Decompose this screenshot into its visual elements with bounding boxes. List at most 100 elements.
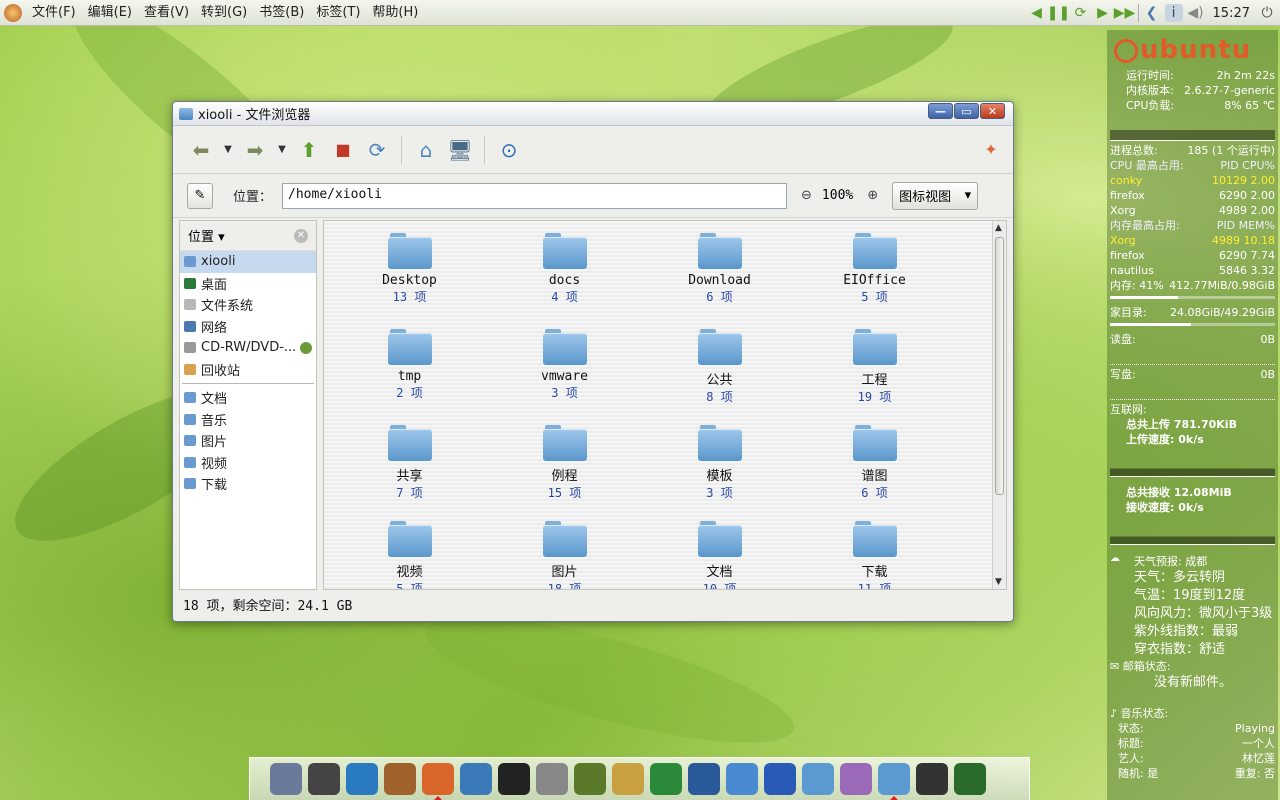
sidebar-item-trash[interactable]: 回收站 xyxy=(180,359,316,381)
write-label: 写盘: xyxy=(1110,368,1136,381)
sidebar-bookmark-music[interactable]: 音乐 xyxy=(180,409,316,431)
volume-icon[interactable]: ◀) xyxy=(1187,4,1205,22)
folder-item[interactable]: docs 4 项 xyxy=(487,225,642,321)
window-titlebar[interactable]: xiooli - 文件浏览器 — ▭ ✕ xyxy=(173,102,1013,126)
uptime-row: 运行时间: 2h 2m 22s xyxy=(1110,68,1275,83)
forward-history-dropdown[interactable]: ▼ xyxy=(273,144,291,155)
firefox-icon[interactable] xyxy=(422,763,454,800)
folder-item[interactable]: 共享 7 项 xyxy=(332,417,487,513)
sidebar-item-filesystem[interactable]: 文件系统 xyxy=(180,294,316,316)
maximize-button[interactable]: ▭ xyxy=(954,103,979,119)
folder-item[interactable]: 谱图 6 项 xyxy=(797,417,952,513)
up-button[interactable]: ⬆ xyxy=(293,134,325,166)
package-icon[interactable] xyxy=(840,763,872,795)
folder-item[interactable]: 模板 3 项 xyxy=(642,417,797,513)
stop-button[interactable]: ■ xyxy=(327,134,359,166)
minimize-button[interactable]: — xyxy=(928,103,953,119)
app-menu-icon[interactable] xyxy=(0,0,26,26)
power-icon[interactable]: ⏻ xyxy=(1258,4,1276,22)
menu-bookmarks[interactable]: 书签(B) xyxy=(253,0,310,26)
folder-item[interactable]: Desktop 13 项 xyxy=(332,225,487,321)
sidebar-close-icon[interactable]: ✕ xyxy=(294,228,308,243)
headphones-icon[interactable] xyxy=(308,763,340,795)
tools-icon[interactable] xyxy=(270,763,302,795)
menu-file[interactable]: 文件(F) xyxy=(26,0,82,26)
font-icon[interactable] xyxy=(612,763,644,795)
previous-track-icon[interactable]: ◀ xyxy=(1028,4,1046,22)
zoom-out-icon[interactable]: ⊖ xyxy=(801,188,812,203)
chart-icon[interactable] xyxy=(688,763,720,795)
home-button[interactable]: ⌂ xyxy=(410,134,442,166)
eject-icon[interactable] xyxy=(300,341,313,354)
vertical-scrollbar[interactable]: ▲ ▼ xyxy=(992,221,1006,589)
qq-icon[interactable] xyxy=(346,763,378,795)
monitor-icon[interactable] xyxy=(802,763,834,795)
folder-item[interactable]: tmp 2 项 xyxy=(332,321,487,417)
sidebar-bookmark-documents[interactable]: 文档 xyxy=(180,387,316,409)
folder-item-count: 4 项 xyxy=(551,290,578,304)
zoom-in-icon[interactable]: ⊕ xyxy=(867,188,878,203)
folder-item[interactable]: EIOffice 5 项 xyxy=(797,225,952,321)
info-icon[interactable]: i xyxy=(1164,4,1183,22)
search-button[interactable]: ⊙ xyxy=(493,134,525,166)
menu-go[interactable]: 转到(G) xyxy=(195,0,253,26)
zoom-level[interactable]: 100% xyxy=(822,188,853,203)
back-history-dropdown[interactable]: ▼ xyxy=(219,144,237,155)
scroll-up-icon[interactable]: ▲ xyxy=(995,223,1002,233)
sidebar-item-cdrom[interactable]: CD-RW/DVD-... xyxy=(180,337,316,359)
clock[interactable]: 15:27 xyxy=(1209,6,1254,21)
rss-icon[interactable] xyxy=(650,763,682,795)
system-monitor-icon[interactable] xyxy=(954,763,986,795)
sidebar-item-label: 图片 xyxy=(201,435,228,451)
calculator-icon[interactable] xyxy=(536,763,568,795)
toggle-location-mode-button[interactable]: ✎ xyxy=(187,182,213,209)
sidebar-bookmark-downloads[interactable]: 下载 xyxy=(180,473,316,495)
sidebar-mode-select[interactable]: 位置 ▾ xyxy=(188,226,225,245)
refresh-icon[interactable]: ⟳ xyxy=(1072,4,1090,22)
process-value: 2.00 xyxy=(1250,189,1276,202)
folder-item[interactable]: 视频 5 项 xyxy=(332,513,487,589)
sidebar-item-network[interactable]: 网络 xyxy=(180,316,316,338)
menu-tabs[interactable]: 标签(T) xyxy=(310,0,366,26)
sidebar-item-desktop[interactable]: 桌面 xyxy=(180,273,316,295)
sidebar-bookmark-videos[interactable]: 视频 xyxy=(180,452,316,474)
menu-edit[interactable]: 编辑(E) xyxy=(82,0,138,26)
icon-view[interactable]: Desktop 13 项 docs 4 项 Download 6 项 EIOffice 5 项… xyxy=(323,220,1007,590)
scroll-down-icon[interactable]: ▼ xyxy=(995,577,1002,587)
location-input[interactable]: /home/xiooli xyxy=(282,182,788,209)
folder-item[interactable]: 例程 15 项 xyxy=(487,417,642,513)
menu-view[interactable]: 查看(V) xyxy=(138,0,195,26)
folder-icon[interactable] xyxy=(878,763,910,800)
computer-button[interactable]: 🖥 xyxy=(444,134,476,166)
next-track-icon[interactable]: ▶▶ xyxy=(1114,4,1136,22)
music-title-value: 一个人 xyxy=(1242,737,1275,750)
back-button[interactable]: ⬅ xyxy=(185,134,217,166)
folder-item[interactable]: 文档 10 项 xyxy=(642,513,797,589)
ubuntu-tweak-icon[interactable] xyxy=(384,763,416,795)
folder-item[interactable]: 下载 11 项 xyxy=(797,513,952,589)
chevron-left-icon[interactable]: ❮ xyxy=(1143,4,1161,22)
display-icon[interactable] xyxy=(726,763,758,795)
ubuntu-logo: ubuntu xyxy=(1110,32,1275,68)
folder-item[interactable]: 公共 8 项 xyxy=(642,321,797,417)
play-icon[interactable]: ▶ xyxy=(1094,4,1112,22)
scrollbar-thumb[interactable] xyxy=(995,237,1004,495)
sidebar-item-home[interactable]: xiooli xyxy=(180,251,316,273)
folder-item[interactable]: 图片 18 项 xyxy=(487,513,642,589)
globe-icon[interactable] xyxy=(764,763,796,795)
dictionary-icon[interactable] xyxy=(574,763,606,795)
kernel-label: 内核版本: xyxy=(1126,84,1174,97)
menu-help[interactable]: 帮助(H) xyxy=(366,0,424,26)
forward-button[interactable]: ➡ xyxy=(239,134,271,166)
view-mode-select[interactable]: 图标视图 ▾ xyxy=(892,181,979,210)
folder-item[interactable]: 工程 19 项 xyxy=(797,321,952,417)
folder-item[interactable]: Download 6 项 xyxy=(642,225,797,321)
close-button[interactable]: ✕ xyxy=(980,103,1005,119)
terminal-window-icon[interactable] xyxy=(916,763,948,795)
pause-icon[interactable]: ❚❚ xyxy=(1047,4,1070,22)
folder-item[interactable]: vmware 3 项 xyxy=(487,321,642,417)
screenshot-icon[interactable] xyxy=(460,763,492,795)
terminal-icon[interactable] xyxy=(498,763,530,795)
reload-button[interactable]: ⟳ xyxy=(361,134,393,166)
sidebar-bookmark-pictures[interactable]: 图片 xyxy=(180,430,316,452)
